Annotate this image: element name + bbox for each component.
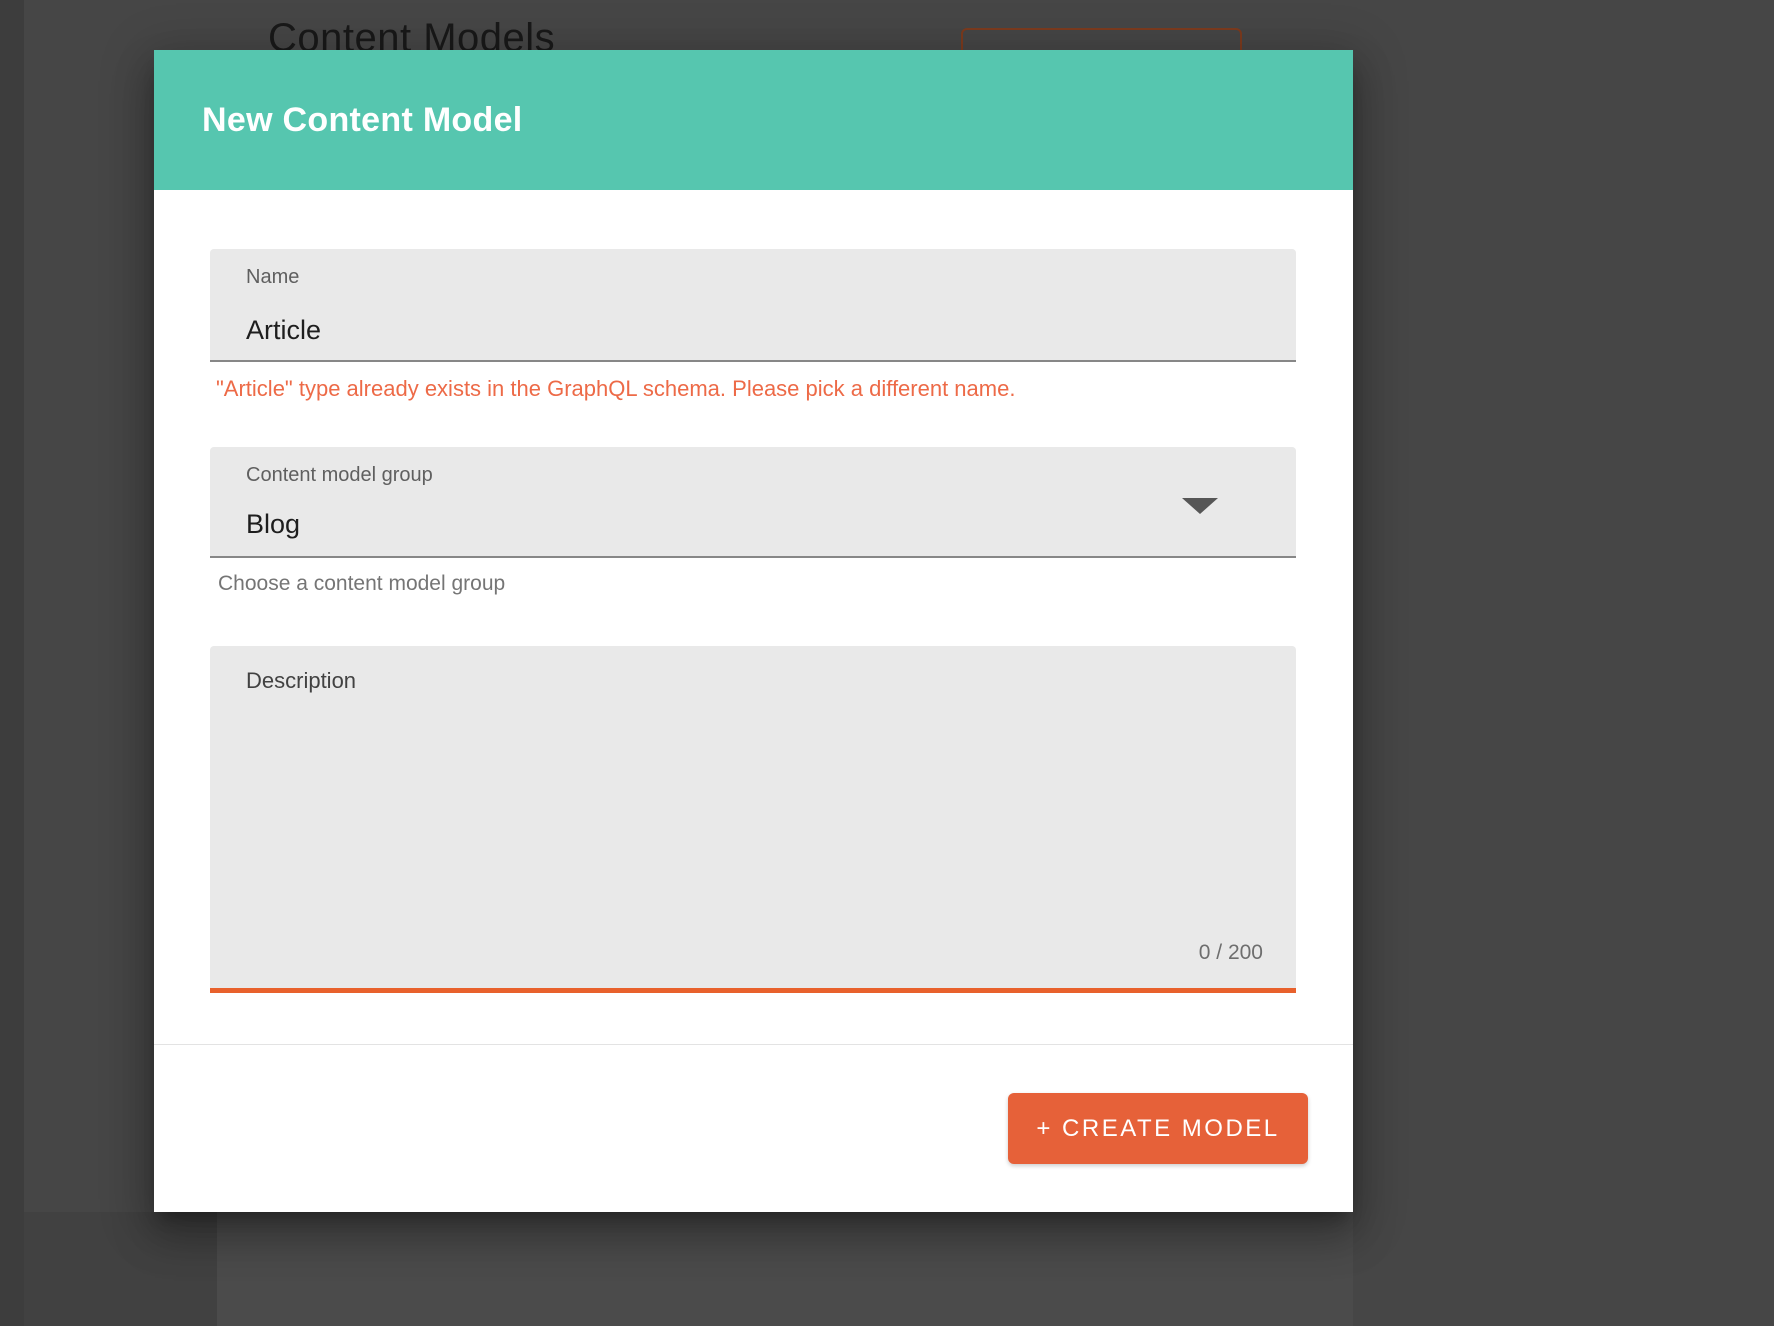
- group-helper-text: Choose a content model group: [218, 572, 505, 596]
- background-content-bottom: [217, 1212, 1353, 1326]
- group-label: Content model group: [246, 464, 433, 487]
- background-sidebar-bottom: [24, 1212, 217, 1326]
- new-content-model-dialog: New Content Model Name "Article" type al…: [154, 50, 1353, 1212]
- description-label: Description: [246, 668, 356, 694]
- create-model-button[interactable]: + CREATE MODEL: [1008, 1093, 1308, 1164]
- dialog-title: New Content Model: [202, 50, 523, 190]
- background-sidebar-strip: [0, 0, 24, 1326]
- name-error-message: "Article" type already exists in the Gra…: [216, 376, 1216, 402]
- name-field[interactable]: Name: [210, 249, 1296, 362]
- character-counter: 0 / 200: [1199, 941, 1263, 965]
- group-selected-value: Blog: [246, 509, 300, 540]
- caret-down-icon: [1182, 498, 1218, 514]
- dialog-header: New Content Model: [154, 50, 1353, 190]
- description-field[interactable]: Description 0 / 200: [210, 646, 1296, 993]
- name-input[interactable]: [246, 315, 1246, 346]
- description-textarea[interactable]: [246, 706, 1256, 926]
- name-label: Name: [246, 266, 299, 289]
- group-select[interactable]: Content model group Blog: [210, 447, 1296, 558]
- description-active-underline: [210, 988, 1296, 993]
- footer-divider: [154, 1044, 1353, 1045]
